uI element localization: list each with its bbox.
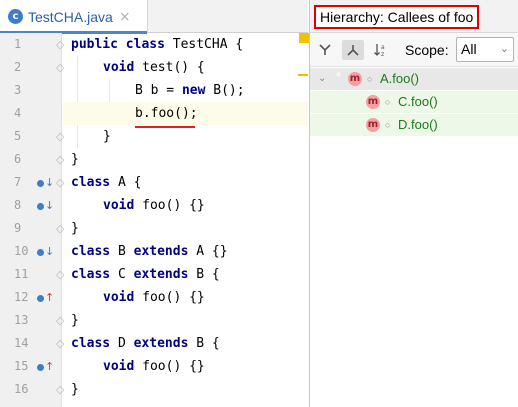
code-line-4[interactable]: b.foo(); xyxy=(63,102,308,125)
line-number-text: 12 xyxy=(14,290,29,304)
line-number[interactable]: 8 ↓ xyxy=(0,194,62,217)
line-number-text: 3 xyxy=(14,83,22,97)
tree-row-child[interactable]: m ○ C.foo() xyxy=(310,91,518,113)
line-number[interactable]: 10 ↓ xyxy=(0,240,62,263)
code-line-5[interactable]: } xyxy=(63,125,308,148)
tree-item-label: A.foo() xyxy=(380,71,420,86)
method-icon: m xyxy=(366,95,380,109)
code-line-1[interactable]: public class TestCHA { xyxy=(63,33,308,56)
code-line-11[interactable]: class C extends B { xyxy=(63,263,308,286)
line-number[interactable]: 11 xyxy=(0,263,62,286)
hierarchy-title: Hierarchy: Callees of foo xyxy=(314,5,480,29)
visibility-icon: ○ xyxy=(385,97,391,107)
sort-alpha-icon[interactable]: az xyxy=(370,40,392,60)
svg-text:z: z xyxy=(381,51,384,58)
scope-value: All xyxy=(461,41,477,57)
close-tab-icon[interactable]: × xyxy=(119,9,131,25)
line-number[interactable]: 15 ↑ xyxy=(0,355,62,378)
line-number-text: 10 xyxy=(14,244,29,258)
warning-marker-icon[interactable] xyxy=(299,33,309,43)
tree-row-child[interactable]: m ○ D.foo() xyxy=(310,114,518,136)
line-number[interactable]: 1 xyxy=(0,33,62,56)
implemented-by-icon[interactable]: ↓ xyxy=(37,240,54,263)
line-number-text: 7 xyxy=(14,175,22,189)
code-line-14[interactable]: class D extends B { xyxy=(63,332,308,355)
caller-hierarchy-icon[interactable] xyxy=(314,40,336,60)
chevron-down-icon: ⌄ xyxy=(499,43,509,55)
code-line-13[interactable]: } xyxy=(63,309,308,332)
callee-hierarchy-icon[interactable] xyxy=(342,40,364,60)
line-number[interactable]: 9 xyxy=(0,217,62,240)
line-number-gutter: 1 2 3 4 5 6 7 ↓ 8 ↓ 9 10 ↓ 11 12 ↑ 13 14 15 ↑ 16 ◇ ◇ ◇ ◇ ◇ ◇ ◇ ◇ ◇ ◇ xyxy=(0,33,64,407)
java-class-icon: c xyxy=(8,9,23,24)
tab-title: TestCHA.java xyxy=(28,8,113,25)
code-line-7[interactable]: class A { xyxy=(63,171,308,194)
warning-stripe[interactable] xyxy=(298,74,308,76)
code-line-8[interactable]: void foo() {} xyxy=(63,194,308,217)
line-number-text: 9 xyxy=(14,221,22,235)
chevron-down-icon[interactable]: ⌄ xyxy=(318,68,326,90)
scope-label: Scope: xyxy=(405,42,449,58)
code-editor: c TestCHA.java × 1 2 3 4 5 6 7 ↓ 8 ↓ 9 10 ↓ 11 12 ↑ 13 14… xyxy=(0,0,309,407)
line-number[interactable]: 4 xyxy=(0,102,62,125)
code-line-2[interactable]: void test() { xyxy=(63,56,308,79)
svg-text:a: a xyxy=(381,44,385,51)
code-line-16[interactable]: } xyxy=(63,378,308,401)
line-number[interactable]: 16 xyxy=(0,378,62,401)
method-icon: m xyxy=(348,72,362,86)
hierarchy-title-bar: Hierarchy: Callees of foo xyxy=(310,0,518,33)
hierarchy-toolbar: az Scope: All ⌄ xyxy=(310,33,518,67)
overrides-icon[interactable]: ↑ xyxy=(37,355,54,378)
line-number-text: 14 xyxy=(14,336,29,350)
code-line-10[interactable]: class B extends A {} xyxy=(63,240,308,263)
line-number[interactable]: 3 xyxy=(0,79,62,102)
line-number[interactable]: 2 xyxy=(0,56,62,79)
tree-item-label: D.foo() xyxy=(398,117,438,132)
editor-tab-bar: c TestCHA.java × xyxy=(0,0,308,34)
line-number-text: 5 xyxy=(14,129,22,143)
call-underline xyxy=(135,126,195,128)
tree-item-label: C.foo() xyxy=(398,94,438,109)
hierarchy-panel: Hierarchy: Callees of foo az Scope: All … xyxy=(309,0,518,407)
line-number[interactable]: 5 xyxy=(0,125,62,148)
scope-dropdown[interactable]: All ⌄ xyxy=(456,37,514,62)
code-area[interactable]: public class TestCHA { void test() { B b… xyxy=(63,33,308,407)
line-number-text: 8 xyxy=(14,198,22,212)
line-number[interactable]: 14 xyxy=(0,332,62,355)
overrides-icon[interactable]: ↑ xyxy=(37,286,54,309)
visibility-icon: ○ xyxy=(367,74,373,84)
line-number[interactable]: 6 xyxy=(0,148,62,171)
implemented-by-icon[interactable]: ↓ xyxy=(37,171,54,194)
line-number-text: 13 xyxy=(14,313,29,327)
code-line-9[interactable]: } xyxy=(63,217,308,240)
line-number-text: 16 xyxy=(14,382,29,396)
code-line-6[interactable]: } xyxy=(63,148,308,171)
line-number-text: 2 xyxy=(14,60,22,74)
line-number-text: 15 xyxy=(14,359,29,373)
method-icon: m xyxy=(366,118,380,132)
star-icon: * xyxy=(336,69,342,84)
visibility-icon: ○ xyxy=(385,120,391,130)
line-number[interactable]: 12 ↑ xyxy=(0,286,62,309)
tree-row-root[interactable]: ⌄ * m ○ A.foo() xyxy=(310,68,518,90)
line-number[interactable]: 13 xyxy=(0,309,62,332)
line-number-text: 1 xyxy=(14,37,22,51)
implemented-by-icon[interactable]: ↓ xyxy=(37,194,54,217)
line-number-text: 4 xyxy=(14,106,22,120)
code-line-15[interactable]: void foo() {} xyxy=(63,355,308,378)
line-number[interactable]: 7 ↓ xyxy=(0,171,62,194)
code-line-12[interactable]: void foo() {} xyxy=(63,286,308,309)
line-number-text: 11 xyxy=(14,267,29,281)
tab-testcha-java[interactable]: c TestCHA.java × xyxy=(0,0,148,34)
line-number-text: 6 xyxy=(14,152,22,166)
code-line-3[interactable]: B b = new B(); xyxy=(63,79,308,102)
